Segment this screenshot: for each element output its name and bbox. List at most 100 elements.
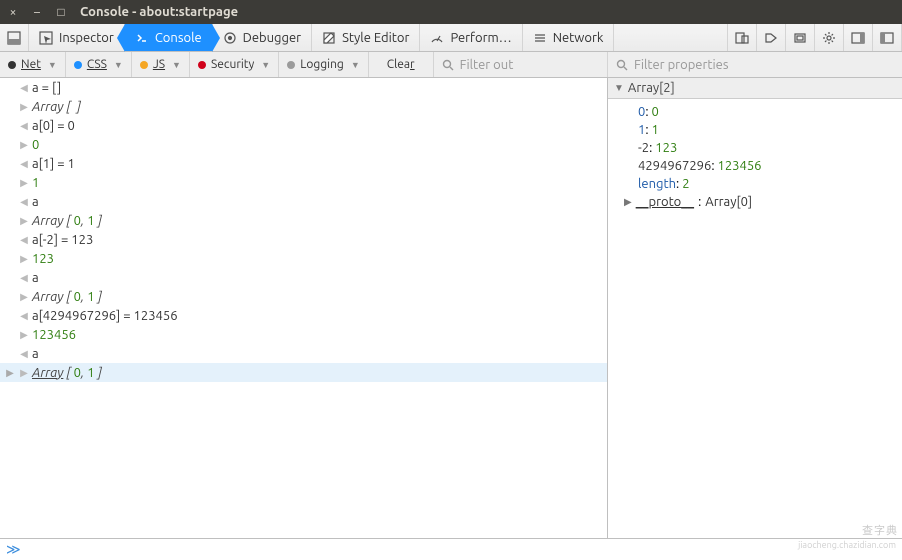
scratchpad-icon [764,32,778,44]
output-chevron-icon: ▶ [16,177,32,189]
console-output[interactable]: ▶◀a = []▶▶Array [ ]▶◀a[0] = 0▶▶0▶◀a[1] =… [0,78,608,538]
window-close-button[interactable]: × [6,6,20,19]
console-output-row[interactable]: ▶▶1 [0,173,607,192]
css-dot-icon [74,61,82,69]
responsive-icon [735,32,749,44]
output-chevron-icon: ▶ [16,215,32,227]
tab-network[interactable]: Network [523,24,615,51]
tab-label: Debugger [243,31,301,45]
clear-button[interactable]: Clear [369,52,434,77]
tab-debugger[interactable]: Debugger [213,24,312,51]
console-main-area: ▶◀a = []▶▶Array [ ]▶◀a[0] = 0▶▶0▶◀a[1] =… [0,78,902,538]
console-output-row[interactable]: ▶▶Array [ 0, 1 ] [0,211,607,230]
twisty-down-icon: ▼ [614,82,624,94]
filter-logging-button[interactable]: Logging ▼ [279,52,369,77]
object-proto-row[interactable]: ▶__proto__: Array[0] [624,193,902,211]
console-message: Array [ 0, 1 ] [32,366,102,380]
console-output-row[interactable]: ▶▶123456 [0,325,607,344]
input-chevron-icon: ◀ [16,310,32,322]
debugger-icon [223,31,237,45]
input-chevron-icon: ◀ [16,348,32,360]
console-message: a = [] [32,81,61,95]
console-output-row[interactable]: ▶▶123 [0,249,607,268]
filter-label: Security [211,58,254,71]
net-dot-icon [8,61,16,69]
tab-style-editor[interactable]: Style Editor [312,24,420,51]
filter-security-button[interactable]: Security ▼ [190,52,279,77]
output-chevron-icon: ▶ [16,101,32,113]
input-chevron-icon: ◀ [16,120,32,132]
caret-down-icon: ▼ [48,60,57,70]
console-input-row[interactable]: ▶◀a[4294967296] = 123456 [0,306,607,325]
object-property-row[interactable]: length: 2 [638,175,902,193]
placeholder-text: Filter out [460,58,514,72]
console-input-row[interactable]: ▶◀a [0,344,607,363]
input-chevron-icon: ◀ [16,158,32,170]
console-input-row[interactable]: ▶◀a[0] = 0 [0,116,607,135]
toolbox-options-button[interactable] [815,24,844,51]
pick-frame-button[interactable] [786,24,815,51]
filter-label: Logging [300,58,344,71]
console-command-line[interactable]: ≫ [0,538,902,560]
tab-label: Inspector [59,31,114,45]
tab-label: Perform… [450,31,511,45]
clear-label: Clear [387,58,415,71]
prompt-icon: ≫ [6,541,21,558]
responsive-design-button[interactable] [728,24,757,51]
js-dot-icon [140,61,148,69]
filter-css-button[interactable]: CSS ▼ [66,52,132,77]
object-inspector-header[interactable]: ▼ Array[2] [608,78,902,99]
expand-twisty-icon[interactable]: ▶ [4,367,16,379]
tab-inspector[interactable]: Inspector [29,24,125,51]
output-chevron-icon: ▶ [16,253,32,265]
console-output-row[interactable]: ▶▶0 [0,135,607,154]
filter-label: CSS [87,58,107,71]
tab-label: Style Editor [342,31,409,45]
placeholder-text: Filter properties [634,58,728,72]
object-property-row[interactable]: 1: 1 [638,121,902,139]
window-maximize-button[interactable]: □ [54,5,68,19]
filter-js-button[interactable]: JS ▼ [132,52,190,77]
console-input-row[interactable]: ▶◀a = [] [0,78,607,97]
tabbar-spacer [614,24,728,51]
console-input-row[interactable]: ▶◀a[1] = 1 [0,154,607,173]
object-property-row[interactable]: 0: 0 [638,103,902,121]
console-message: 1 [32,176,39,190]
filter-label: JS [153,58,165,71]
dock-bottom-button[interactable] [873,24,902,51]
filter-net-button[interactable]: Net ▼ [0,52,66,77]
split-console-toggle-button[interactable] [0,24,29,51]
console-output-row[interactable]: ▶▶Array [ ] [0,97,607,116]
filter-output-input[interactable]: Filter out [434,52,608,77]
object-property-row[interactable]: -2: 123 [638,139,902,157]
frame-icon [793,32,807,44]
console-input-row[interactable]: ▶◀a[-2] = 123 [0,230,607,249]
console-message: a [32,195,39,209]
console-input-row[interactable]: ▶◀a [0,192,607,211]
tab-console[interactable]: Console [125,24,213,51]
console-output-row[interactable]: ▶▶Array [ 0, 1 ] [0,287,607,306]
output-chevron-icon: ▶ [16,329,32,341]
dock-side-button[interactable] [844,24,873,51]
console-output-row[interactable]: ▶▶Array [ 0, 1 ] [0,363,607,382]
input-chevron-icon: ◀ [16,272,32,284]
window-title: Console - about:startpage [80,5,238,19]
object-property-row[interactable]: 4294967296: 123456 [638,157,902,175]
tab-label: Network [553,31,604,45]
performance-icon [430,31,444,45]
caret-down-icon: ▼ [351,60,360,70]
search-icon [616,59,628,71]
output-chevron-icon: ▶ [16,291,32,303]
console-filter-bar: Net ▼ CSS ▼ JS ▼ Security ▼ Logging ▼ Cl… [0,52,902,78]
scratchpad-button[interactable] [757,24,786,51]
tab-performance[interactable]: Perform… [420,24,522,51]
window-titlebar: × – □ Console - about:startpage [0,0,902,24]
style-editor-icon [322,31,336,45]
security-dot-icon [198,61,206,69]
dock-side-icon [851,32,865,44]
network-icon [533,31,547,45]
window-minimize-button[interactable]: – [30,6,44,19]
filter-properties-input[interactable]: Filter properties [608,52,902,77]
console-input-row[interactable]: ▶◀a [0,268,607,287]
console-message: Array [ ] [32,100,81,114]
